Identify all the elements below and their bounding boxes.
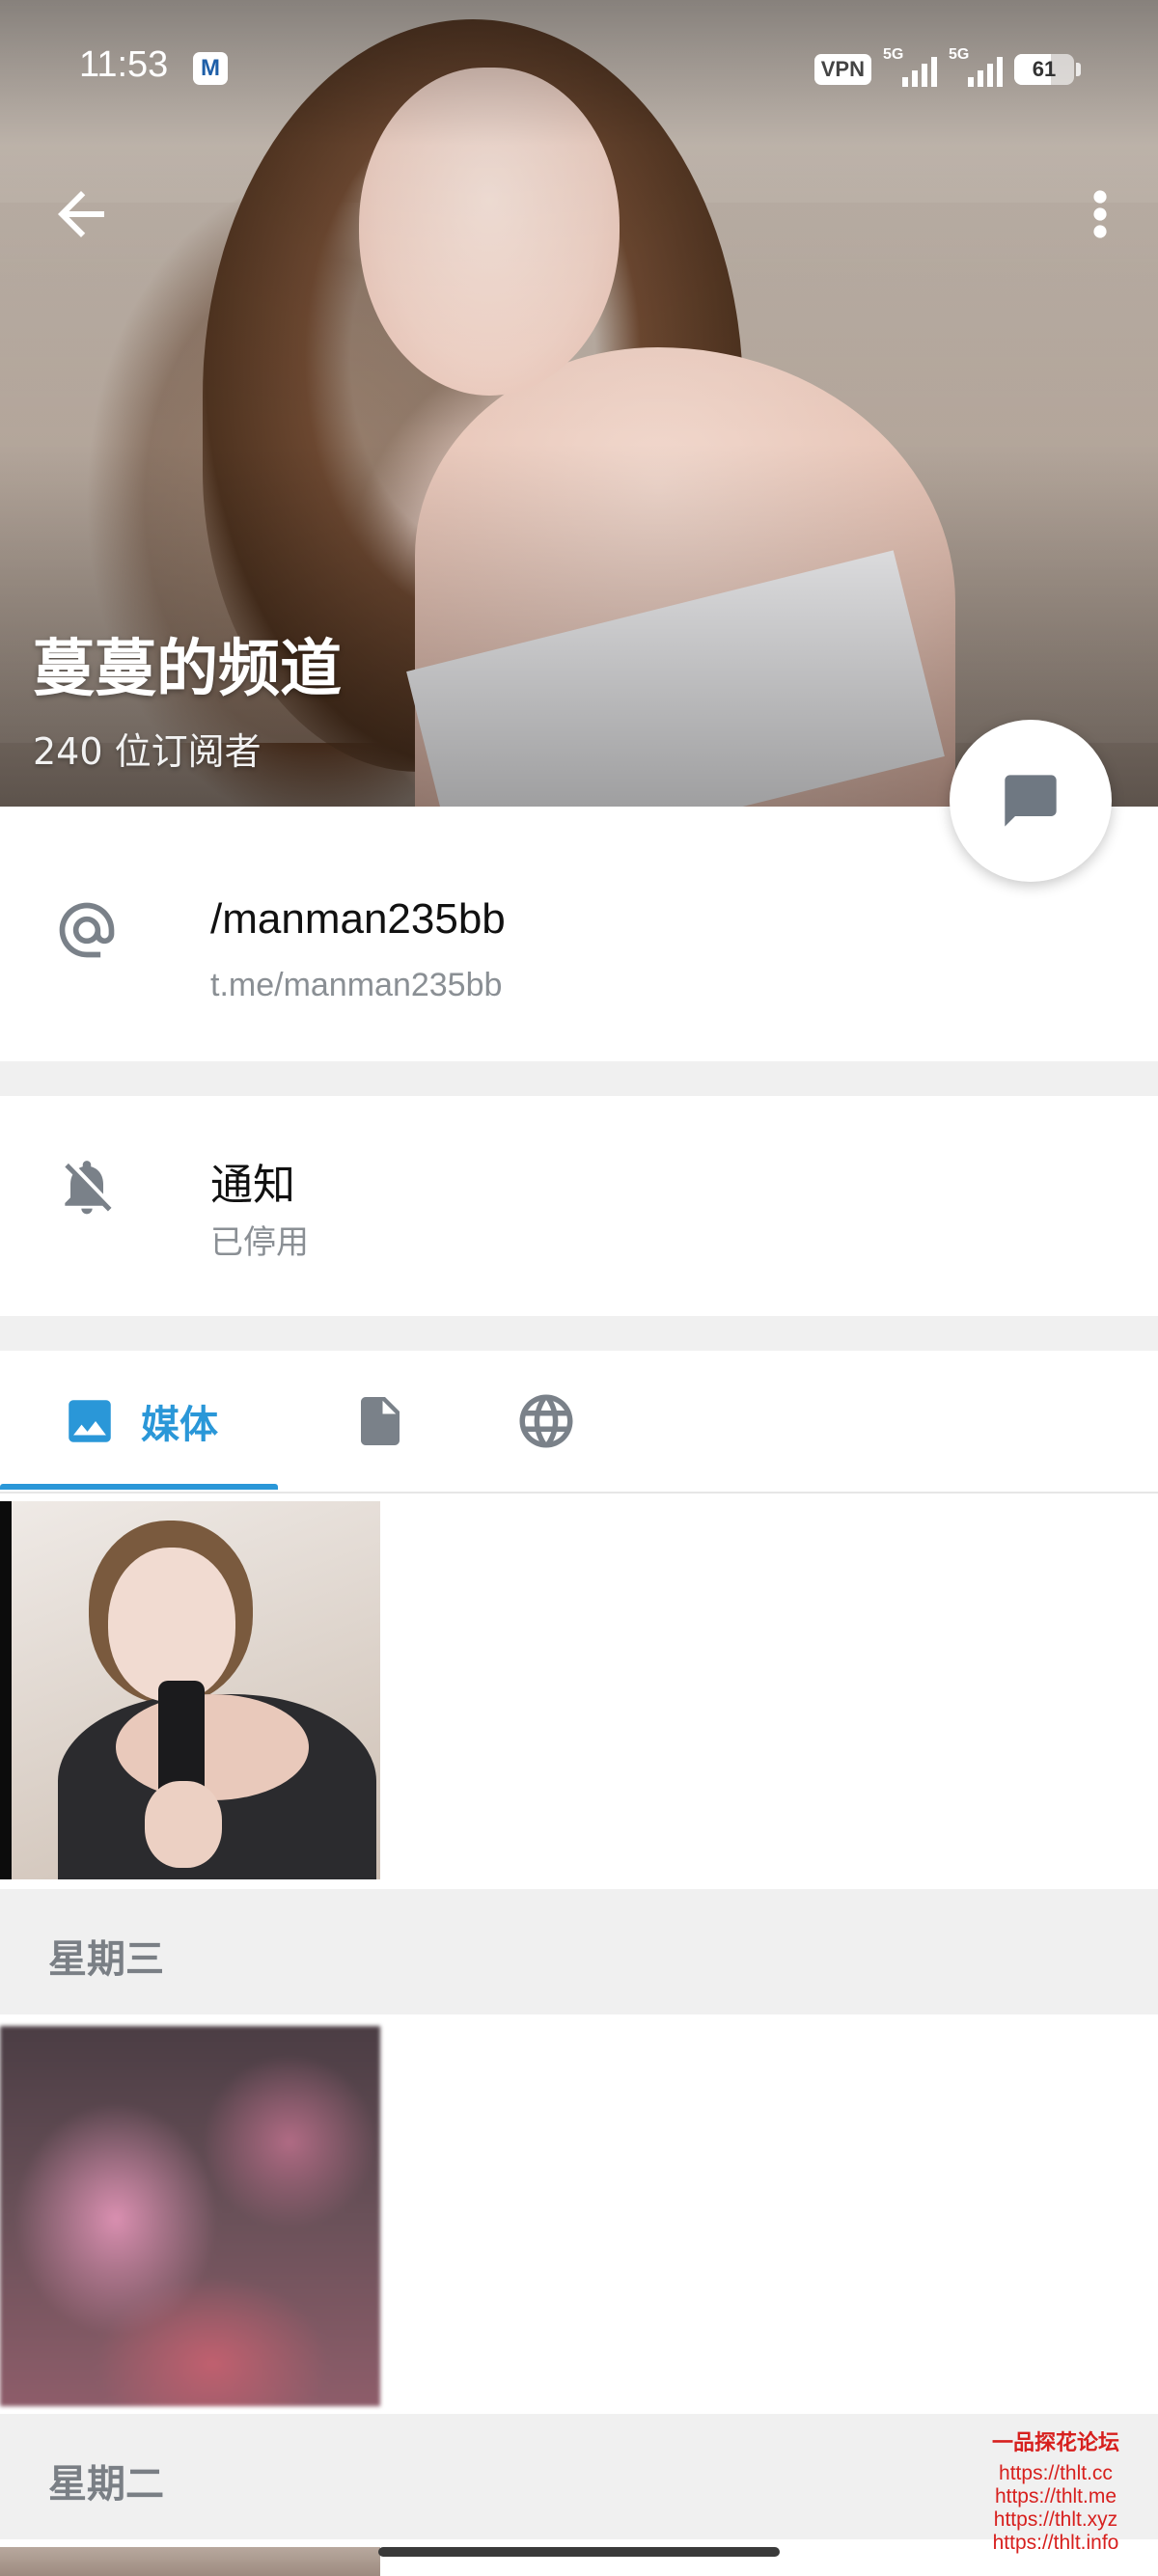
- media-thumbnail[interactable]: [0, 2547, 380, 2576]
- status-time: 11:53: [79, 44, 169, 85]
- watermark-url: https://thlt.cc: [999, 2462, 1113, 2484]
- image-icon: [69, 1400, 111, 1442]
- notifications-row[interactable]: 通知 已停用: [0, 1096, 1158, 1316]
- signal-icon: 5G: [949, 46, 1003, 89]
- notifications-label: 通知: [210, 1161, 295, 1210]
- tab-media[interactable]: 媒体: [0, 1351, 278, 1492]
- tab-links[interactable]: [498, 1351, 594, 1492]
- channel-title: 蔓蔓的频道: [33, 634, 342, 705]
- date-section-header: 星期三: [0, 1889, 1158, 2014]
- subscriber-count: 240 位订阅者: [33, 730, 262, 773]
- channel-header-photo[interactable]: 11:53 M VPN 5G 5G 61 蔓蔓的频道 240 位订阅者: [0, 0, 1158, 807]
- notification-app-icon: M: [193, 52, 228, 85]
- watermark-title: 一品探花论坛: [991, 2430, 1119, 2455]
- date-section-header: 星期二: [0, 2414, 1158, 2539]
- media-thumbnail[interactable]: [0, 1501, 380, 1879]
- more-options-button[interactable]: [1071, 179, 1129, 249]
- signal-icon: 5G: [883, 46, 937, 89]
- media-thumbnail[interactable]: [0, 2026, 380, 2406]
- vpn-badge: VPN: [813, 54, 871, 85]
- shared-media-tabs: 媒体: [0, 1351, 1158, 1494]
- watermark-url: https://thlt.xyz: [993, 2508, 1118, 2531]
- notifications-status: 已停用: [210, 1223, 309, 1262]
- watermark-url: https://thlt.me: [994, 2485, 1117, 2507]
- battery-icon: 61: [1014, 54, 1074, 85]
- arrow-left-icon: [58, 191, 104, 237]
- message-button[interactable]: [950, 720, 1112, 882]
- section-divider: [0, 1316, 1158, 1351]
- watermark-url: https://thlt.info: [992, 2532, 1119, 2554]
- file-icon: [361, 1397, 400, 1445]
- date-section-label: 星期二: [48, 2462, 164, 2507]
- bell-off-icon: [65, 1161, 112, 1215]
- active-tab-indicator: [0, 1484, 278, 1490]
- tab-media-label: 媒体: [141, 1403, 218, 1447]
- home-indicator[interactable]: [378, 2547, 780, 2557]
- section-divider: [0, 1061, 1158, 1096]
- date-section-label: 星期三: [48, 1937, 164, 1982]
- username-text: /manman235bb: [210, 895, 506, 943]
- message-icon: [1005, 775, 1057, 827]
- channel-link[interactable]: t.me/manman235bb: [210, 967, 502, 1004]
- tab-files[interactable]: [332, 1351, 428, 1492]
- status-indicators: VPN 5G 5G 61: [813, 46, 1081, 91]
- at-sign-icon: [59, 902, 115, 958]
- globe-icon: [519, 1394, 573, 1448]
- watermark: 一品探花论坛 https://thlt.cc https://thlt.me h…: [992, 2425, 1119, 2555]
- back-button[interactable]: [46, 179, 116, 249]
- more-vertical-icon: [1093, 190, 1107, 238]
- battery-tip: [1076, 63, 1081, 76]
